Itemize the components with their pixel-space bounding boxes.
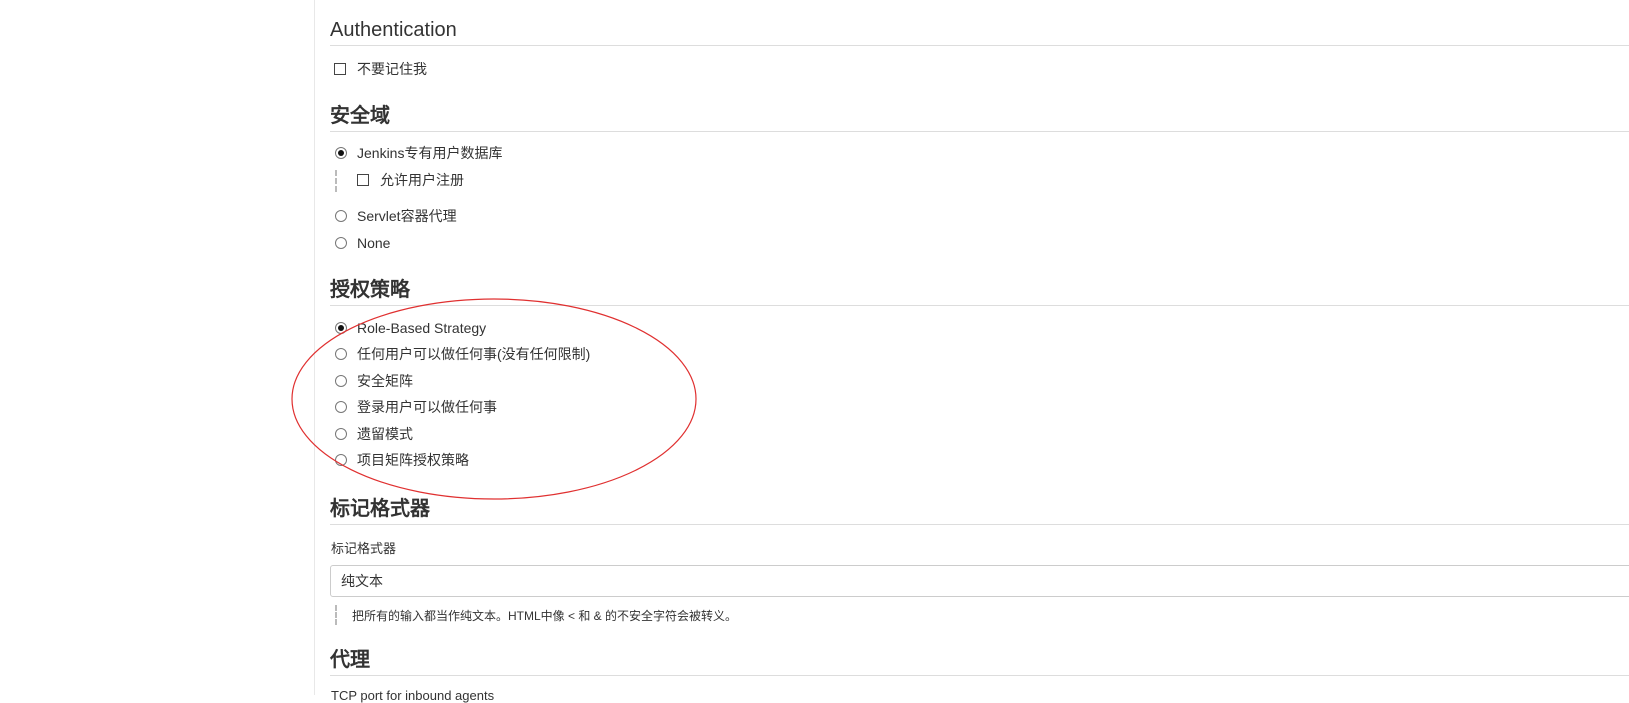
section-title-security-realm: 安全域: [330, 104, 1629, 132]
authz-option-label: 安全矩阵: [357, 373, 413, 389]
proxy-partial-label: TCP port for inbound agents: [331, 688, 495, 703]
left-gutter: [0, 0, 315, 695]
authz-radio-matrix[interactable]: [335, 375, 347, 387]
authz-option-label: 登录用户可以做任何事: [357, 399, 497, 415]
realm-radio-servlet[interactable]: [335, 210, 347, 222]
realm-option-servlet[interactable]: Servlet容器代理: [335, 207, 457, 225]
authz-radio-anyone-anything[interactable]: [335, 348, 347, 360]
remember-me-row[interactable]: 不要记住我: [334, 60, 427, 78]
realm-option-label: None: [357, 235, 391, 251]
authz-radio-role-based[interactable]: [335, 322, 347, 334]
authz-option-label: 任何用户可以做任何事(没有任何限制): [357, 346, 591, 362]
authz-option-matrix[interactable]: 安全矩阵: [335, 372, 413, 390]
authz-option-label: 项目矩阵授权策略: [357, 452, 469, 468]
allow-signup-checkbox[interactable]: [357, 174, 369, 186]
authz-option-anyone-anything[interactable]: 任何用户可以做任何事(没有任何限制): [335, 345, 590, 363]
authz-option-logged-in[interactable]: 登录用户可以做任何事: [335, 398, 497, 416]
markup-formatter-select[interactable]: 纯文本: [330, 565, 1629, 597]
section-title-markup-formatter: 标记格式器: [330, 497, 1629, 525]
remember-me-checkbox[interactable]: [334, 63, 346, 75]
realm-option-jenkins-db[interactable]: Jenkins专有用户数据库: [335, 144, 502, 162]
realm-option-label: Jenkins专有用户数据库: [357, 145, 503, 161]
allow-signup-label: 允许用户注册: [380, 172, 464, 188]
remember-me-label: 不要记住我: [357, 61, 427, 77]
authz-option-role-based[interactable]: Role-Based Strategy: [335, 319, 486, 337]
markup-formatter-help: 把所有的输入都当作纯文本。HTML中像 < 和 & 的不安全字符会被转义。: [352, 609, 738, 623]
realm-option-label: Servlet容器代理: [357, 208, 457, 224]
authz-option-label: Role-Based Strategy: [357, 320, 487, 336]
section-title-proxy: 代理: [330, 648, 1629, 676]
markup-formatter-field-label: 标记格式器: [331, 541, 397, 556]
realm-option-none[interactable]: None: [335, 234, 390, 252]
authz-radio-logged-in[interactable]: [335, 401, 347, 413]
help-guide: [335, 605, 337, 625]
authz-option-label: 遗留模式: [357, 426, 413, 442]
authz-option-legacy[interactable]: 遗留模式: [335, 425, 413, 443]
nested-option-guide: [335, 170, 337, 192]
authz-radio-project-matrix[interactable]: [335, 454, 347, 466]
section-title-authentication: Authentication: [330, 18, 1629, 46]
realm-radio-jenkins-db[interactable]: [335, 147, 347, 159]
authz-radio-legacy[interactable]: [335, 428, 347, 440]
allow-signup-row[interactable]: 允许用户注册: [357, 171, 464, 189]
authz-option-project-matrix[interactable]: 项目矩阵授权策略: [335, 451, 469, 469]
section-title-authorization: 授权策略: [330, 278, 1629, 306]
realm-radio-none[interactable]: [335, 237, 347, 249]
markup-formatter-value: 纯文本: [341, 573, 383, 589]
